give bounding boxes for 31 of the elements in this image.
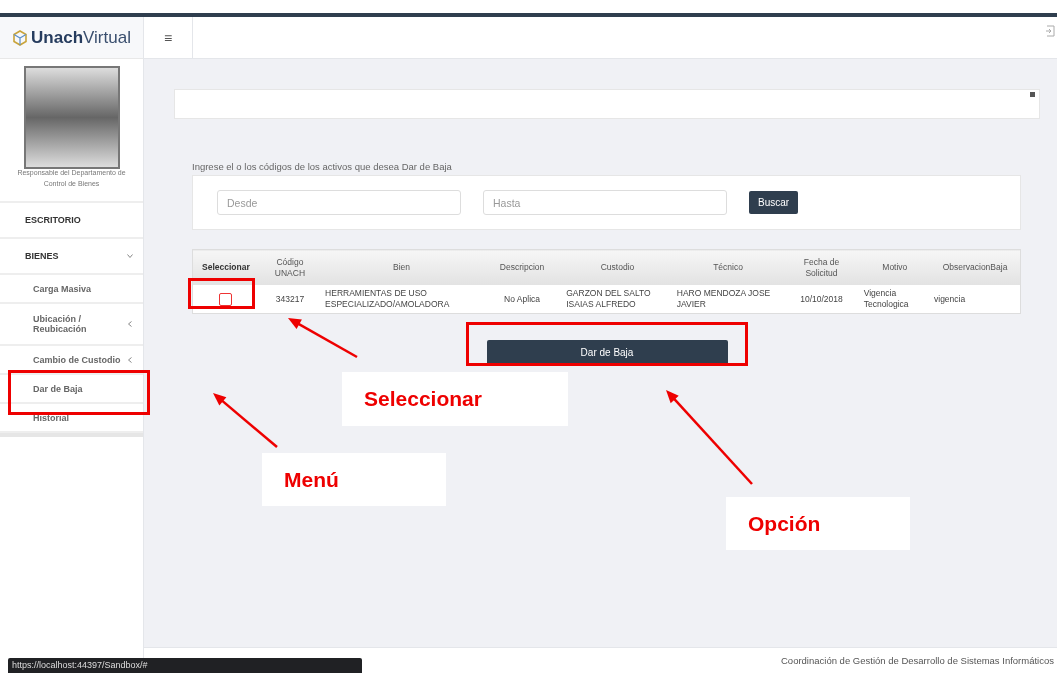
callout-label: Seleccionar — [342, 372, 568, 426]
table-cell: 10/10/2018 — [783, 285, 860, 314]
column-header: Fecha de Solicitud — [783, 249, 860, 285]
to-field[interactable]: Hasta — [483, 190, 727, 215]
column-header: Técnico — [672, 249, 784, 285]
menu-button[interactable]: ≡ — [144, 17, 193, 58]
instruction-text: Ingrese el o los códigos de los activos que desea Dar de Baja — [192, 161, 453, 172]
column-header: Bien — [321, 249, 482, 285]
table-cell: 343217 — [258, 285, 322, 314]
column-header: Código UNACH — [258, 249, 322, 285]
column-header: Seleccionar — [192, 249, 259, 285]
table-cell: vigencia — [930, 285, 1021, 314]
callout-label: Menú — [262, 453, 446, 506]
sidebar-item[interactable]: Carga Masiva — [0, 275, 143, 304]
column-header: ObservacionBaja — [930, 249, 1021, 285]
callout-label: Opción — [726, 497, 910, 550]
sidebar-item[interactable]: Cambio de Custodio — [0, 346, 143, 375]
table-cell: GARZON DEL SALTO ISAIAS ALFREDO — [562, 285, 673, 314]
column-header: Motivo — [859, 249, 930, 285]
column-header: Custodio — [562, 249, 673, 285]
from-field[interactable]: Desde — [217, 190, 461, 215]
column-header: Descripcion — [481, 249, 563, 285]
search-button[interactable]: Buscar — [749, 191, 799, 214]
footer-text: Coordinación de Gestión de Desarrollo de Sistemas Informáticos — [781, 655, 1054, 666]
table-cell: HARO MENDOZA JOSE JAVIER — [672, 285, 784, 314]
brand-logo-text: UnachVirtual — [31, 27, 131, 48]
table-cell: HERRAMIENTAS DE USO ESPECIALIZADO/AMOLADORA — [321, 285, 482, 314]
table-cell: No Aplica — [481, 285, 563, 314]
table-cell: Vigencia Tecnologica — [859, 285, 930, 314]
dar-de-baja-button[interactable]: Dar de Baja — [486, 340, 728, 365]
status-url: https://localhost:44397/Sandbox/# — [8, 658, 362, 673]
